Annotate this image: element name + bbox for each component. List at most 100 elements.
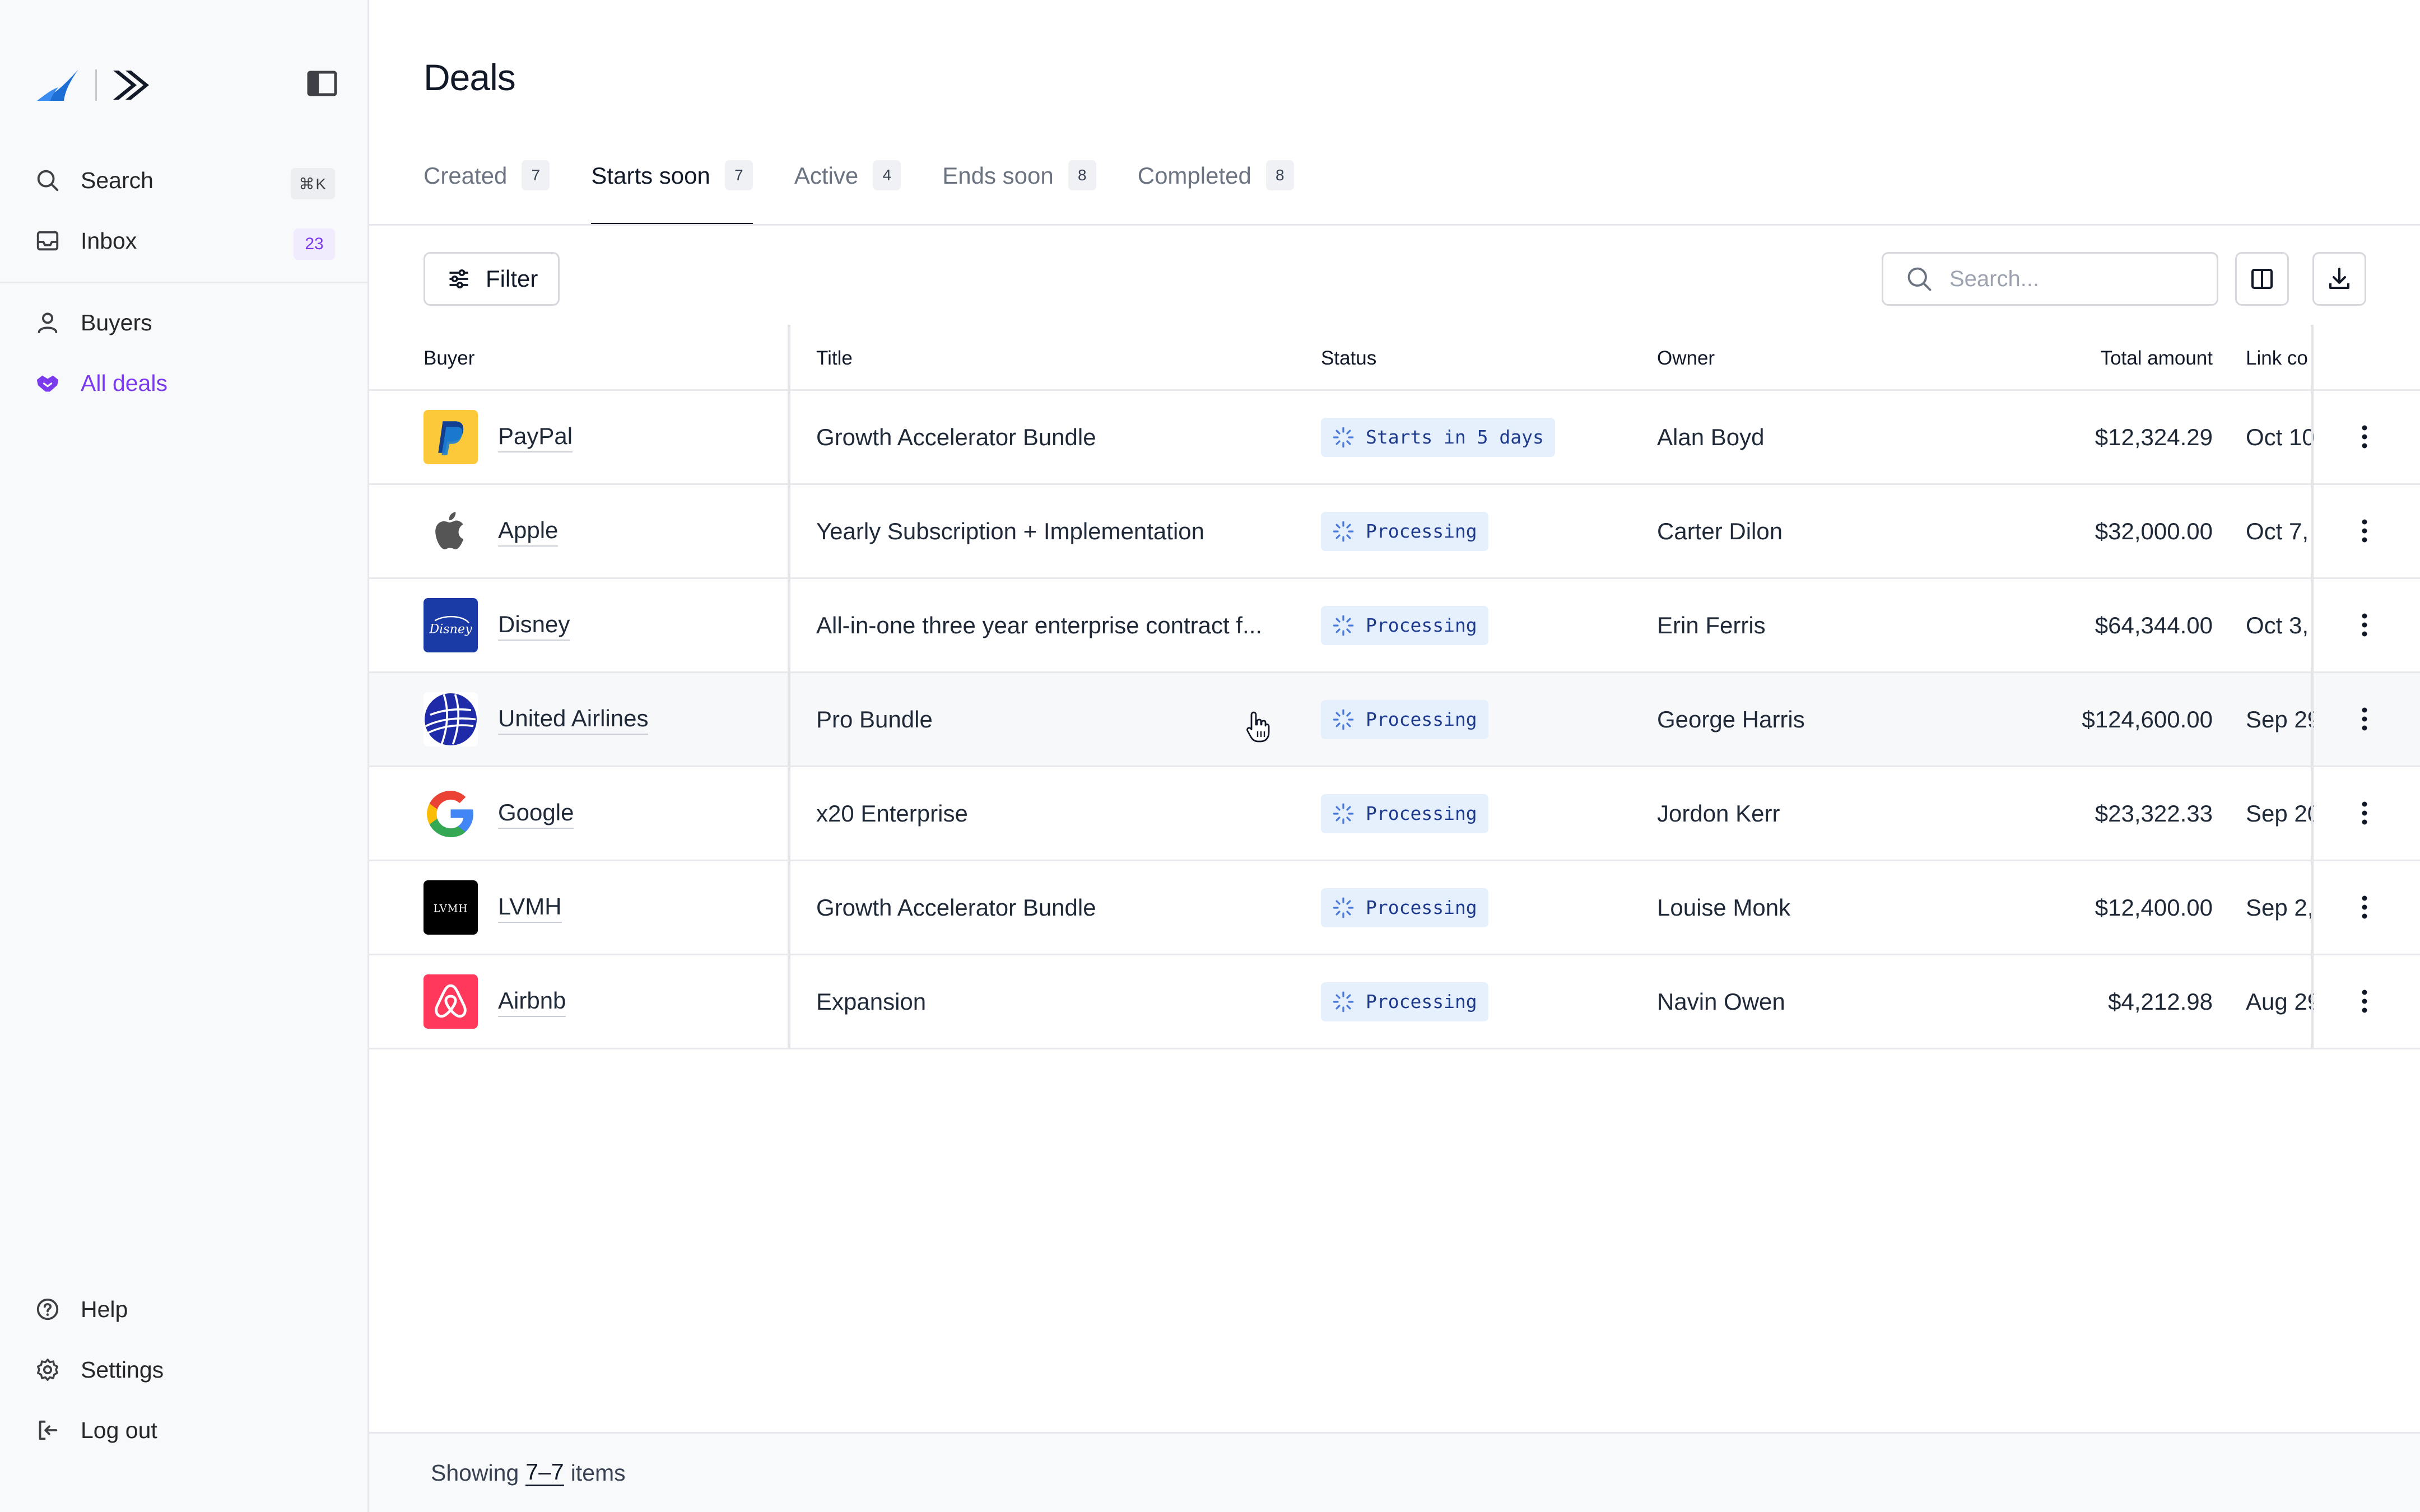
tab-label: Active — [794, 162, 859, 189]
deal-title: Growth Accelerator Bundle — [816, 894, 1096, 921]
total-amount: $12,400.00 — [2095, 894, 2213, 921]
status-cell: Processing — [1321, 767, 1488, 860]
more-options-icon[interactable] — [2348, 420, 2381, 454]
buyer-link[interactable]: Apple — [498, 516, 559, 547]
help-icon — [35, 1296, 61, 1322]
link-date: Sep 20 — [2246, 800, 2314, 827]
status-badge: Processing — [1321, 982, 1488, 1021]
more-options-icon[interactable] — [2348, 984, 2381, 1018]
search-icon — [35, 167, 61, 193]
filter-button[interactable]: Filter — [424, 252, 560, 306]
buyer-cell: LVMH LVMH — [424, 861, 562, 954]
more-options-icon[interactable] — [2348, 702, 2381, 736]
buyer-cell: Disney Disney — [424, 579, 570, 671]
pinned-column-divider — [788, 325, 790, 1049]
sidebar-item-inbox[interactable]: Inbox 23 — [35, 218, 337, 263]
column-header-owner[interactable]: Owner — [1657, 347, 1715, 370]
more-options-icon[interactable] — [2348, 890, 2381, 924]
sidebar-item-label: Buyers — [81, 309, 152, 335]
sidebar-item-all-deals[interactable]: All deals — [35, 361, 337, 405]
svg-text:LVMH: LVMH — [434, 903, 468, 915]
search-input[interactable] — [1949, 266, 2196, 292]
column-header-link[interactable]: Link co — [2246, 347, 2313, 370]
spinner-icon — [1333, 803, 1354, 824]
handshake-icon — [35, 370, 61, 396]
owner-name: George Harris — [1657, 706, 1805, 732]
table-row[interactable]: LVMH LVMH Growth Accelerator Bundle Proc… — [369, 861, 2420, 955]
tab-label: Ends soon — [942, 162, 1054, 189]
buyer-cell: United Airlines — [424, 673, 649, 766]
sidebar-item-label: Settings — [81, 1356, 164, 1383]
spinner-icon — [1333, 615, 1354, 636]
owner-name: Louise Monk — [1657, 894, 1791, 921]
inbox-icon — [35, 228, 61, 254]
owner-name: Navin Owen — [1657, 988, 1785, 1015]
buyer-cell: Google — [424, 767, 574, 860]
table-row[interactable]: Disney Disney All-in-one three year ente… — [369, 579, 2420, 673]
page-title: Deals — [424, 57, 516, 98]
airbnb-logo — [424, 974, 478, 1029]
total-amount: $12,324.29 — [2095, 423, 2213, 450]
table-row[interactable]: PayPal Growth Accelerator Bundle Starts … — [369, 391, 2420, 485]
google-logo — [424, 786, 478, 841]
brand-logo[interactable] — [36, 65, 159, 104]
tab-count-badge: 4 — [873, 160, 901, 190]
tab-count-badge: 8 — [1265, 160, 1294, 190]
table-search[interactable] — [1882, 252, 2218, 306]
buyer-link[interactable]: PayPal — [498, 422, 573, 452]
search-icon — [1907, 267, 1932, 291]
buyer-link[interactable]: Disney — [498, 610, 570, 641]
status-badge: Processing — [1321, 699, 1488, 739]
tab-starts-soon[interactable]: Starts soon 7 — [591, 150, 753, 226]
download-button[interactable] — [2312, 252, 2366, 306]
status-cell: Processing — [1321, 485, 1488, 577]
tab-ends-soon[interactable]: Ends soon 8 — [942, 150, 1096, 225]
deal-title: All-in-one three year enterprise contrac… — [816, 612, 1263, 638]
tab-created[interactable]: Created 7 — [424, 150, 550, 225]
table-row[interactable]: Apple Yearly Subscription + Implementati… — [369, 485, 2420, 579]
logout-icon — [35, 1417, 61, 1443]
column-header-buyer[interactable]: Buyer — [424, 347, 474, 370]
link-date: Oct 7, — [2246, 517, 2309, 544]
tab-completed[interactable]: Completed 8 — [1138, 150, 1294, 225]
table-row[interactable]: Google x20 Enterprise Processing Jordon … — [369, 767, 2420, 861]
sidebar-item-label: Search — [81, 167, 153, 193]
tab-active[interactable]: Active 4 — [794, 150, 901, 225]
buyer-link[interactable]: United Airlines — [498, 704, 649, 735]
sidebar-item-help[interactable]: Help — [35, 1287, 337, 1332]
status-text: Processing — [1366, 802, 1477, 824]
user-icon — [35, 310, 61, 335]
link-date: Oct 3, — [2246, 612, 2309, 638]
status-text: Starts in 5 days — [1366, 426, 1544, 448]
sidebar-item-search[interactable]: Search ⌘K — [35, 158, 337, 203]
status-cell: Processing — [1321, 955, 1488, 1048]
sidebar-item-settings[interactable]: Settings — [35, 1347, 337, 1392]
column-header-title[interactable]: Title — [816, 347, 853, 370]
deal-title: x20 Enterprise — [816, 800, 968, 827]
table-row[interactable]: Airbnb Expansion Processing Navin Owen $… — [369, 955, 2420, 1049]
more-options-icon[interactable] — [2348, 796, 2381, 830]
status-badge: Processing — [1321, 794, 1488, 833]
buyer-link[interactable]: Airbnb — [498, 986, 566, 1017]
buyer-link[interactable]: Google — [498, 798, 574, 829]
sidebar-item-logout[interactable]: Log out — [35, 1408, 337, 1453]
table-header: Buyer Title Status Owner Total amount Li… — [369, 325, 2420, 391]
pagination-range[interactable]: 7–7 — [525, 1459, 564, 1487]
status-text: Processing — [1366, 614, 1477, 636]
buyer-link[interactable]: LVMH — [498, 892, 562, 923]
sidebar-toggle-icon[interactable] — [306, 69, 338, 97]
svg-text:Disney: Disney — [429, 622, 472, 637]
more-options-icon[interactable] — [2348, 514, 2381, 548]
column-header-status[interactable]: Status — [1321, 347, 1376, 370]
columns-button[interactable] — [2235, 252, 2289, 306]
sidebar-item-buyers[interactable]: Buyers — [35, 300, 337, 345]
buyer-cell: Airbnb — [424, 955, 566, 1048]
link-date: Oct 10 — [2246, 423, 2314, 450]
link-date: Sep 2, — [2246, 894, 2314, 921]
more-options-icon[interactable] — [2348, 608, 2381, 642]
status-text: Processing — [1366, 897, 1477, 918]
table-row[interactable]: United Airlines Pro Bundle Processing Ge… — [369, 673, 2420, 767]
column-header-total-amount[interactable]: Total amount — [2072, 347, 2213, 370]
status-cell: Starts in 5 days — [1321, 391, 1555, 483]
status-badge: Processing — [1321, 888, 1488, 927]
